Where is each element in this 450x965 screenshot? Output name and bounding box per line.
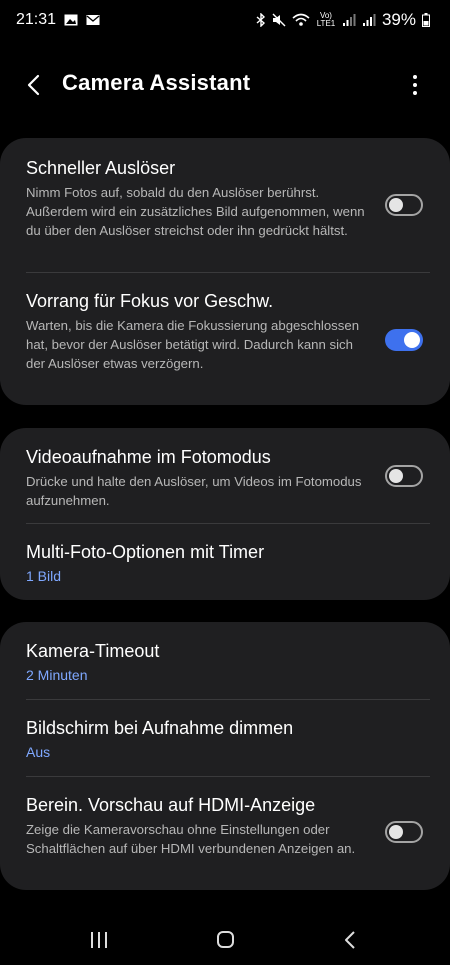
hdmi-preview-toggle[interactable] [385,821,423,843]
setting-multi-photo-timer[interactable]: Multi-Foto-Optionen mit Timer 1 Bild [0,523,450,600]
setting-value: Aus [26,744,51,760]
setting-focus-priority[interactable]: Vorrang für Fokus vor Geschw. Warten, bi… [0,272,450,405]
home-icon[interactable] [210,928,240,952]
volte-icon: Vo) LTE1 [316,11,336,28]
bluetooth-icon [256,13,265,27]
page-title: Camera Assistant [62,70,251,95]
setting-hdmi-preview[interactable]: Berein. Vorschau auf HDMI-Anzeige Zeige … [0,776,450,890]
video-in-photo-mode-toggle[interactable] [385,465,423,487]
setting-description: Drücke und halte den Auslöser, um Videos… [26,474,362,508]
battery-icon [422,13,430,27]
setting-title: Bildschirm bei Aufnahme dimmen [26,718,294,738]
setting-description: Zeige die Kameravorschau ohne Einstellun… [26,822,356,856]
settings-card-shutter: Schneller Auslöser Nimm Fotos auf, sobal… [0,138,450,405]
settings-card-video: Videoaufnahme im Fotomodus Drücke und ha… [0,428,450,600]
setting-title: Kamera-Timeout [26,641,160,661]
setting-video-in-photo-mode[interactable]: Videoaufnahme im Fotomodus Drücke und ha… [0,428,450,523]
settings-card-display: Kamera-Timeout 2 Minuten Bildschirm bei … [0,622,450,890]
setting-title: Videoaufnahme im Fotomodus [26,447,271,467]
navigation-bar [0,918,450,962]
setting-title: Schneller Auslöser [26,158,176,178]
setting-value: 1 Bild [26,568,62,584]
setting-description: Warten, bis die Kamera die Fokussierung … [26,318,360,371]
setting-title: Berein. Vorschau auf HDMI-Anzeige [26,795,316,815]
focus-priority-toggle[interactable] [385,329,423,351]
wifi-icon [292,13,310,26]
signal-icon [362,14,376,26]
mail-icon [86,15,100,25]
setting-title: Multi-Foto-Optionen mit Timer [26,542,265,562]
setting-description: Nimm Fotos auf, sobald du den Auslöser b… [26,185,365,238]
battery-percent: 39% [381,10,416,29]
gallery-icon [64,14,78,26]
signal-icon [342,14,356,26]
back-icon[interactable] [336,928,366,952]
quick-shutter-toggle[interactable] [385,194,423,216]
recent-apps-icon[interactable] [84,928,114,952]
setting-quick-shutter[interactable]: Schneller Auslöser Nimm Fotos auf, sobal… [0,138,450,272]
status-bar: 21:31 Vo) LTE1 39% [0,0,450,40]
mute-icon [272,13,286,27]
app-bar: Camera Assistant [0,60,450,110]
setting-camera-timeout[interactable]: Kamera-Timeout 2 Minuten [0,622,450,699]
status-time: 21:31 [16,11,57,28]
setting-value: 2 Minuten [26,667,88,683]
setting-title: Vorrang für Fokus vor Geschw. [26,291,274,311]
more-options-icon[interactable] [402,72,428,98]
setting-dim-screen[interactable]: Bildschirm bei Aufnahme dimmen Aus [0,699,450,776]
back-arrow-icon[interactable] [22,72,48,98]
